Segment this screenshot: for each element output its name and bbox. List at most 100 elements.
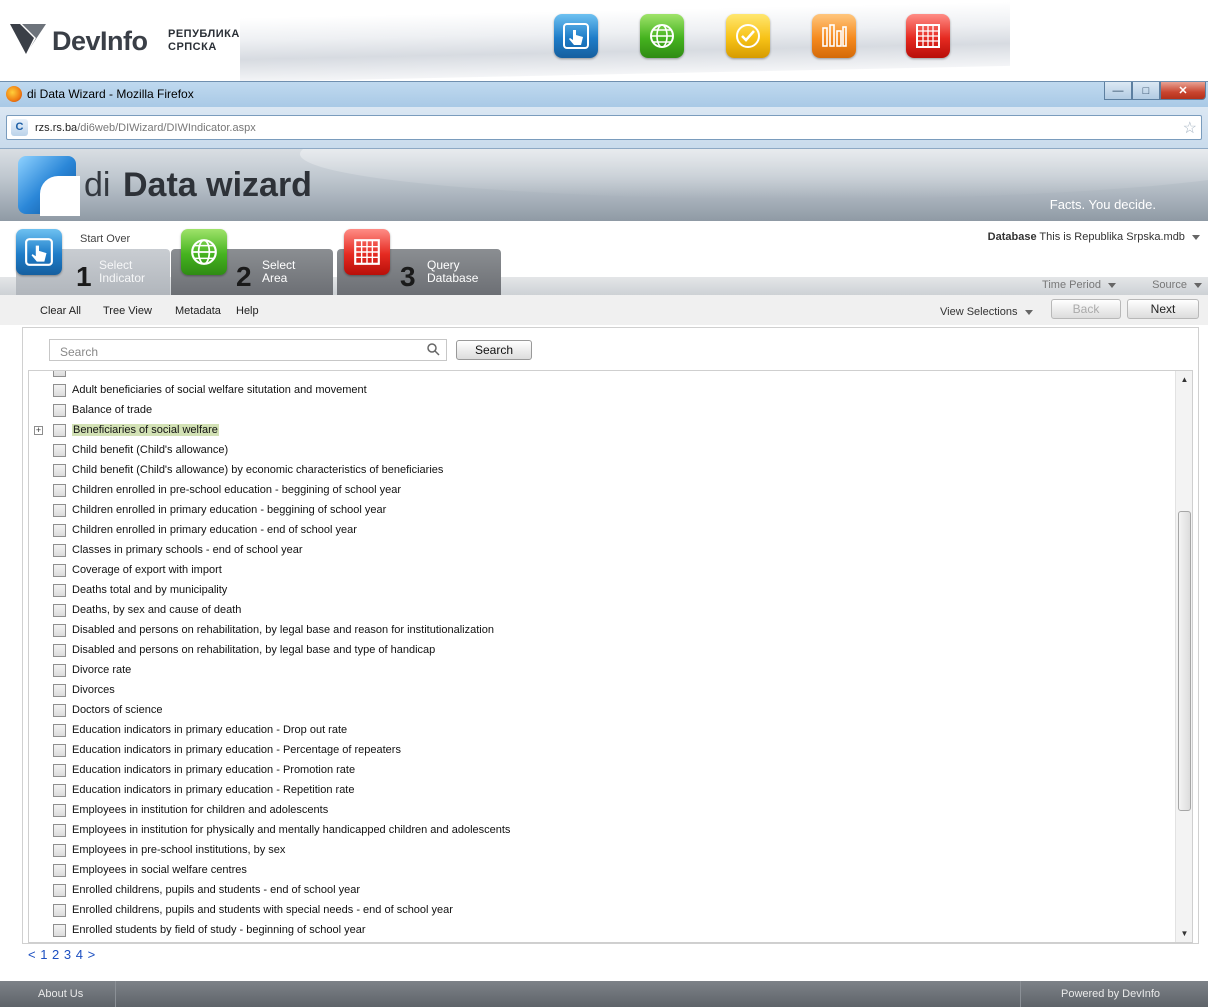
indicator-checkbox[interactable] xyxy=(53,904,66,917)
list-item[interactable]: Enrolled childrens, pupils and students … xyxy=(29,901,1175,921)
select-indicator-icon[interactable] xyxy=(554,14,598,58)
chevron-down-icon xyxy=(1108,282,1116,288)
minimize-icon[interactable]: — xyxy=(1104,82,1132,100)
check-icon[interactable] xyxy=(726,14,770,58)
url-text[interactable]: rzs.rs.ba/di6web/DIWizard/DIWIndicator.a… xyxy=(35,122,256,134)
indicator-checkbox[interactable] xyxy=(53,424,66,437)
start-over-link[interactable]: Start Over xyxy=(80,233,130,245)
tab-select-indicator[interactable]: 1 Select Indicator xyxy=(16,229,170,295)
list-item[interactable]: Education indicators in primary educatio… xyxy=(29,781,1175,801)
list-item[interactable]: Education indicators in primary educatio… xyxy=(29,761,1175,781)
list-item[interactable]: Deaths total and by municipality xyxy=(29,581,1175,601)
select-area-icon[interactable] xyxy=(640,14,684,58)
about-us-link[interactable]: About Us xyxy=(0,981,116,1007)
list-item[interactable]: Employees in social welfare centres xyxy=(29,861,1175,881)
database-selector[interactable]: Database This is Republika Srpska.mdb xyxy=(988,231,1200,243)
scroll-up-icon[interactable]: ▲ xyxy=(1176,371,1192,388)
list-item xyxy=(29,371,1175,381)
list-item[interactable]: Education indicators in primary educatio… xyxy=(29,741,1175,761)
indicator-checkbox[interactable] xyxy=(53,544,66,557)
indicator-checkbox[interactable] xyxy=(53,624,66,637)
bar-chart-icon[interactable] xyxy=(812,14,856,58)
indicator-checkbox[interactable] xyxy=(53,884,66,897)
list-item[interactable]: Divorces xyxy=(29,681,1175,701)
time-period-dropdown[interactable]: Time Period xyxy=(1042,279,1116,291)
close-icon[interactable]: ✕ xyxy=(1160,82,1206,100)
indicator-checkbox[interactable] xyxy=(53,744,66,757)
scroll-thumb[interactable] xyxy=(1178,511,1191,811)
indicator-checkbox[interactable] xyxy=(53,584,66,597)
site-identity-icon[interactable]: C xyxy=(11,119,28,136)
tab-select-area[interactable]: 2 Select Area xyxy=(171,229,333,295)
list-item[interactable]: Deaths, by sex and cause of death xyxy=(29,601,1175,621)
indicator-checkbox[interactable] xyxy=(53,464,66,477)
clear-all-link[interactable]: Clear All xyxy=(40,305,81,317)
pagination[interactable]: < 1 2 3 4 > xyxy=(28,947,96,962)
indicator-checkbox[interactable] xyxy=(53,924,66,937)
back-button[interactable]: Back xyxy=(1051,299,1121,319)
table-grid-icon[interactable] xyxy=(906,14,950,58)
address-bar[interactable]: C rzs.rs.ba/di6web/DIWizard/DIWIndicator… xyxy=(6,115,1202,140)
indicator-checkbox[interactable] xyxy=(53,444,66,457)
list-item[interactable]: Disabled and persons on rehabilitation, … xyxy=(29,621,1175,641)
vertical-scrollbar[interactable]: ▲ ▼ xyxy=(1175,371,1192,942)
search-icon[interactable] xyxy=(426,342,440,356)
list-item[interactable]: Children enrolled in pre-school educatio… xyxy=(29,481,1175,501)
scroll-down-icon[interactable]: ▼ xyxy=(1176,925,1192,942)
indicator-checkbox[interactable] xyxy=(53,804,66,817)
indicator-checkbox[interactable] xyxy=(53,371,66,377)
help-link[interactable]: Help xyxy=(236,305,259,317)
indicator-checkbox[interactable] xyxy=(53,724,66,737)
indicator-checkbox[interactable] xyxy=(53,684,66,697)
list-item[interactable]: Children enrolled in primary education -… xyxy=(29,521,1175,541)
list-item[interactable]: Divorce rate xyxy=(29,661,1175,681)
list-item[interactable]: Children enrolled in primary education -… xyxy=(29,501,1175,521)
list-item[interactable]: Child benefit (Child's allowance) xyxy=(29,441,1175,461)
indicator-checkbox[interactable] xyxy=(53,524,66,537)
indicator-checkbox[interactable] xyxy=(53,704,66,717)
list-item[interactable]: Doctors of science xyxy=(29,701,1175,721)
list-item[interactable]: + Beneficiaries of social welfare xyxy=(29,421,1175,441)
list-item[interactable]: Employees in institution for physically … xyxy=(29,821,1175,841)
indicator-checkbox[interactable] xyxy=(53,784,66,797)
bookmark-star-icon[interactable]: ☆ xyxy=(1183,118,1197,138)
maximize-icon[interactable]: □ xyxy=(1132,82,1160,100)
indicator-checkbox[interactable] xyxy=(53,564,66,577)
indicator-label: Deaths total and by municipality xyxy=(72,584,228,596)
list-item[interactable]: Child benefit (Child's allowance) by eco… xyxy=(29,461,1175,481)
indicator-checkbox[interactable] xyxy=(53,764,66,777)
indicator-checkbox[interactable] xyxy=(53,644,66,657)
list-item[interactable]: Balance of trade xyxy=(29,401,1175,421)
powered-by-link[interactable]: Powered by DevInfo xyxy=(1020,981,1208,1007)
next-button[interactable]: Next xyxy=(1127,299,1199,319)
indicator-checkbox[interactable] xyxy=(53,824,66,837)
indicator-checkbox[interactable] xyxy=(53,404,66,417)
indicator-label: Doctors of science xyxy=(72,704,163,716)
list-item[interactable]: Employees in institution for children an… xyxy=(29,801,1175,821)
list-item[interactable]: Classes in primary schools - end of scho… xyxy=(29,541,1175,561)
indicator-checkbox[interactable] xyxy=(53,844,66,857)
expand-plus-icon[interactable]: + xyxy=(34,426,43,435)
source-dropdown[interactable]: Source xyxy=(1152,279,1202,291)
indicator-checkbox[interactable] xyxy=(53,384,66,397)
indicator-checkbox[interactable] xyxy=(53,484,66,497)
indicator-checkbox[interactable] xyxy=(53,664,66,677)
list-item[interactable]: Enrolled students by field of study - be… xyxy=(29,921,1175,941)
indicator-checkbox[interactable] xyxy=(53,864,66,877)
tree-view-link[interactable]: Tree View xyxy=(103,305,152,317)
list-item[interactable]: Adult beneficiaries of social welfare si… xyxy=(29,381,1175,401)
view-selections-dropdown[interactable]: View Selections xyxy=(940,306,1033,318)
list-item[interactable]: Education indicators in primary educatio… xyxy=(29,721,1175,741)
list-item[interactable]: Coverage of export with import xyxy=(29,561,1175,581)
list-item[interactable]: Enrolled childrens, pupils and students … xyxy=(29,881,1175,901)
indicator-label: Disabled and persons on rehabilitation, … xyxy=(72,644,436,656)
indicator-checkbox[interactable] xyxy=(53,504,66,517)
list-item[interactable]: Disabled and persons on rehabilitation, … xyxy=(29,641,1175,661)
tab-query-database[interactable]: 3 Query Database xyxy=(337,229,501,295)
indicator-panel: Search Search Adult beneficiaries of soc… xyxy=(22,327,1199,944)
list-item[interactable]: Employees in pre-school institutions, by… xyxy=(29,841,1175,861)
indicator-checkbox[interactable] xyxy=(53,604,66,617)
search-input[interactable]: Search xyxy=(49,339,447,361)
search-button[interactable]: Search xyxy=(456,340,532,360)
metadata-link[interactable]: Metadata xyxy=(175,305,221,317)
